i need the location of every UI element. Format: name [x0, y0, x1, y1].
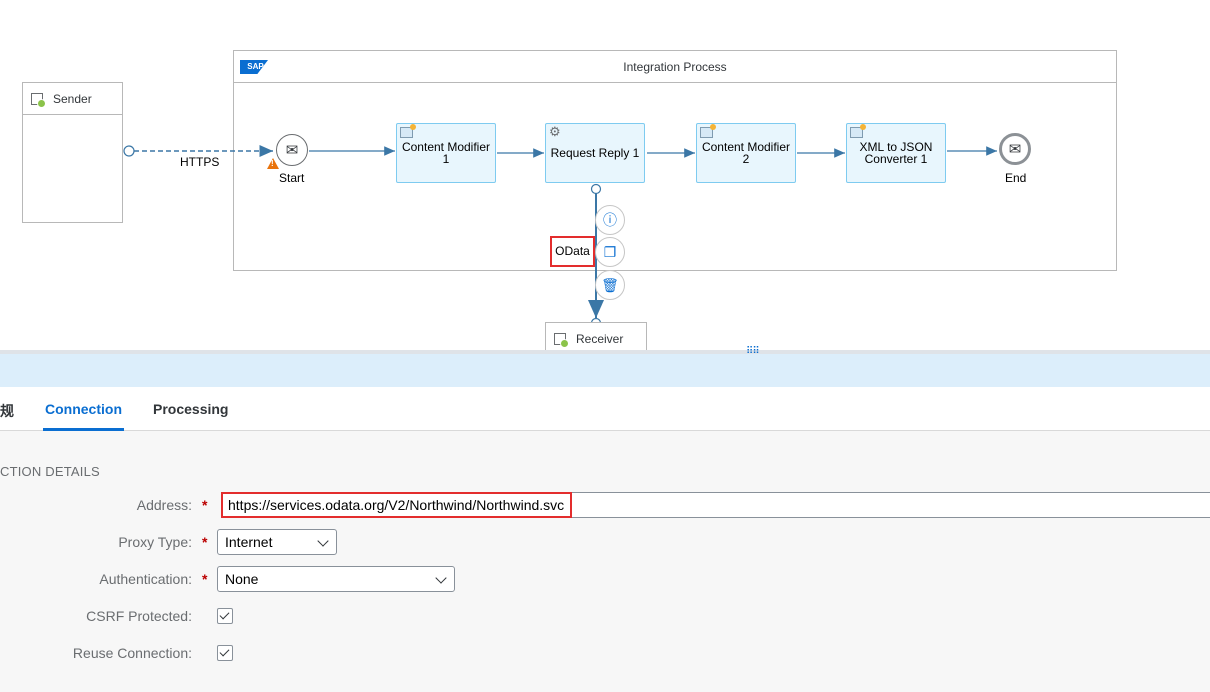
step-label: Content Modifier 1: [401, 140, 491, 166]
content-modifier-1-step[interactable]: Content Modifier 1: [396, 123, 496, 183]
chevron-down-icon: [317, 535, 329, 547]
integration-flow-canvas[interactable]: Sender SAP Integration Process HTTPS ✉ !…: [0, 0, 1210, 352]
end-label: End: [1005, 171, 1027, 185]
address-input[interactable]: https://services.odata.org/V2/Northwind/…: [221, 492, 572, 518]
warning-icon[interactable]: !: [267, 158, 279, 169]
copy-icon: ❐: [603, 243, 617, 260]
content-modifier-2-step[interactable]: Content Modifier 2: [696, 123, 796, 183]
receiver-title: Receiver: [546, 323, 646, 352]
authentication-select[interactable]: None: [217, 566, 455, 592]
step-label: Request Reply 1: [550, 146, 640, 160]
reuse-connection-checkbox[interactable]: [217, 645, 233, 661]
reuse-connection-label: Reuse Connection:: [72, 645, 192, 661]
receiver-label: Receiver: [576, 332, 624, 346]
required-marker: *: [202, 497, 208, 513]
chevron-down-icon: [435, 572, 447, 584]
authentication-value: None: [225, 571, 259, 587]
start-event[interactable]: ✉: [276, 134, 308, 166]
proxy-type-select[interactable]: Internet: [217, 529, 337, 555]
properties-header-bar: [0, 354, 1210, 387]
proxy-type-label: Proxy Type:: [118, 534, 192, 550]
start-label: Start: [279, 171, 305, 185]
required-marker: *: [202, 534, 208, 550]
tab-processing[interactable]: Processing: [153, 401, 228, 417]
converter-icon: [850, 124, 866, 138]
content-modifier-icon: [700, 124, 716, 138]
authentication-label: Authentication:: [99, 571, 192, 587]
trash-icon: 🗑: [601, 276, 619, 293]
envelope-filled-icon: ✉: [1008, 141, 1022, 158]
odata-connection-label[interactable]: OData: [550, 236, 595, 267]
step-label: XML to JSON Converter 1: [859, 140, 933, 166]
tab-connection[interactable]: Connection: [45, 401, 122, 417]
delete-button[interactable]: 🗑: [595, 270, 625, 300]
required-marker: *: [202, 571, 208, 587]
csrf-protected-label: CSRF Protected:: [86, 608, 192, 624]
info-button[interactable]: ⓘ: [595, 205, 625, 235]
address-label: Address:: [136, 497, 192, 513]
connection-form: CTION DETAILS Address: * https://service…: [0, 431, 1210, 692]
info-icon: ⓘ: [603, 212, 617, 228]
gear-icon: ⚙: [549, 124, 561, 139]
section-title: CTION DETAILS: [0, 464, 100, 479]
envelope-icon: ✉: [285, 142, 299, 159]
csrf-protected-checkbox[interactable]: [217, 608, 233, 624]
xml-to-json-step[interactable]: XML to JSON Converter 1: [846, 123, 946, 183]
receiver-participant[interactable]: Receiver: [545, 322, 647, 352]
proxy-type-value: Internet: [225, 534, 273, 550]
properties-tabs: 规 Connection Processing: [0, 387, 1210, 431]
content-modifier-icon: [400, 124, 416, 138]
https-label: HTTPS: [180, 155, 220, 169]
end-event[interactable]: ✉: [999, 133, 1031, 165]
request-reply-1-step[interactable]: ⚙ Request Reply 1: [545, 123, 645, 183]
copy-button[interactable]: ❐: [595, 237, 625, 267]
step-label: Content Modifier 2: [701, 140, 791, 166]
tab-general[interactable]: 规: [0, 401, 14, 421]
participant-icon: [554, 333, 569, 348]
